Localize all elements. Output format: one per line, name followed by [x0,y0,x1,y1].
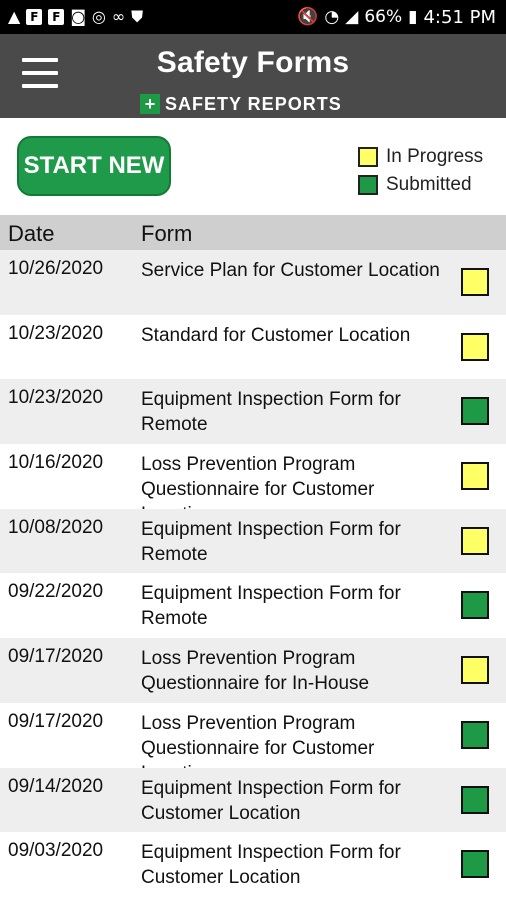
forms-list: 10/26/2020 Service Plan for Customer Loc… [0,250,506,897]
row-date: 10/26/2020 [8,258,104,279]
row-form-name: Equipment Inspection Form for Remote [141,583,401,630]
in-progress-swatch [358,147,378,167]
column-header-form: Form [141,221,193,246]
table-row[interactable]: 09/17/2020 Loss Prevention Program Quest… [0,703,506,768]
brand-name: SAFETY REPORTS [165,93,342,114]
row-date: 09/17/2020 [8,646,104,668]
legend-item-submitted: Submitted [358,171,483,199]
column-header-date: Date [8,221,55,246]
signal-icon: ◢ [345,7,359,27]
mute-icon: 🔇 [297,7,319,27]
row-date: 09/03/2020 [8,840,104,862]
row-form-name: Equipment Inspection Form for Customer L… [141,777,401,824]
status-legend: In Progress Submitted [358,143,483,199]
table-row[interactable]: 09/14/2020 Equipment Inspection Form for… [0,767,506,833]
status-indicator [461,656,489,685]
row-date: 09/17/2020 [8,710,104,732]
row-date: 10/08/2020 [8,516,104,538]
shield-icon: ⛊ [131,7,144,26]
submitted-swatch [358,175,378,195]
status-indicator [461,332,489,361]
legend-label: Submitted [386,174,472,195]
clock: 4:51 PM [423,6,496,28]
row-form-name: Equipment Inspection Form for Remote [141,518,401,565]
row-form-name: Standard for Customer Location [141,324,411,346]
status-indicator [461,720,489,749]
row-date: 10/23/2020 [8,387,104,409]
plus-icon: + [140,94,160,114]
voicemail-icon: ∞ [111,7,126,26]
table-row[interactable]: 10/26/2020 Service Plan for Customer Loc… [0,250,506,315]
status-indicator [461,591,489,620]
status-indicator [461,397,489,426]
row-form-name: Loss Prevention Program Questionnaire fo… [141,712,375,768]
table-row[interactable]: 10/08/2020 Equipment Inspection Form for… [0,508,506,574]
app-header: Safety Forms + SAFETY REPORTS [0,34,506,118]
status-indicator [461,850,489,879]
row-form-name: Loss Prevention Program Questionnaire fo… [141,648,370,695]
legend-label: In Progress [386,146,484,167]
table-row[interactable]: 10/23/2020 Standard for Customer Locatio… [0,315,506,380]
brand-logo: + SAFETY REPORTS [140,94,342,114]
app-icon: ◙ [70,7,86,26]
table-row[interactable]: 09/17/2020 Loss Prevention Program Quest… [0,638,506,703]
table-header: Date Form [0,215,506,250]
status-indicator [461,462,489,491]
table-row[interactable]: 09/03/2020 Equipment Inspection Form for… [0,832,506,897]
table-row[interactable]: 10/16/2020 Loss Prevention Program Quest… [0,444,506,509]
page-title: Safety Forms [156,46,350,79]
row-date: 10/23/2020 [8,322,104,344]
battery-icon: ▮ [408,7,418,27]
status-bar: ▲ F F ◙ ◎ ∞ ⛊ 🔇 ◔ ◢ 66% ▮ 4:51 PM [0,0,506,34]
sync-icon: ◎ [91,7,106,26]
flipboard-icon: F [26,9,43,25]
notification-icons: ▲ F F ◙ ◎ ∞ ⛊ [0,9,143,25]
row-form-name: Equipment Inspection Form for Remote [141,389,401,436]
battery-level: 66% [364,7,403,27]
table-row[interactable]: 09/22/2020 Equipment Inspection Form for… [0,573,506,638]
start-new-button[interactable]: START NEW [17,136,171,196]
row-form-name: Service Plan for Customer Location [141,260,440,281]
flipboard-icon: F [48,9,65,25]
warning-icon: ▲ [8,7,21,26]
row-form-name: Loss Prevention Program Questionnaire fo… [141,454,375,509]
row-date: 10/16/2020 [8,452,104,474]
table-row[interactable]: 10/23/2020 Equipment Inspection Form for… [0,379,506,445]
row-form-name: Equipment Inspection Form for Customer L… [141,842,401,889]
row-date: 09/14/2020 [8,775,104,797]
status-indicator [461,526,489,555]
status-indicator [461,785,489,814]
row-date: 09/22/2020 [8,581,104,603]
wifi-icon: ◔ [324,7,340,27]
legend-item-in-progress: In Progress [358,143,483,171]
status-indicator [461,268,489,296]
